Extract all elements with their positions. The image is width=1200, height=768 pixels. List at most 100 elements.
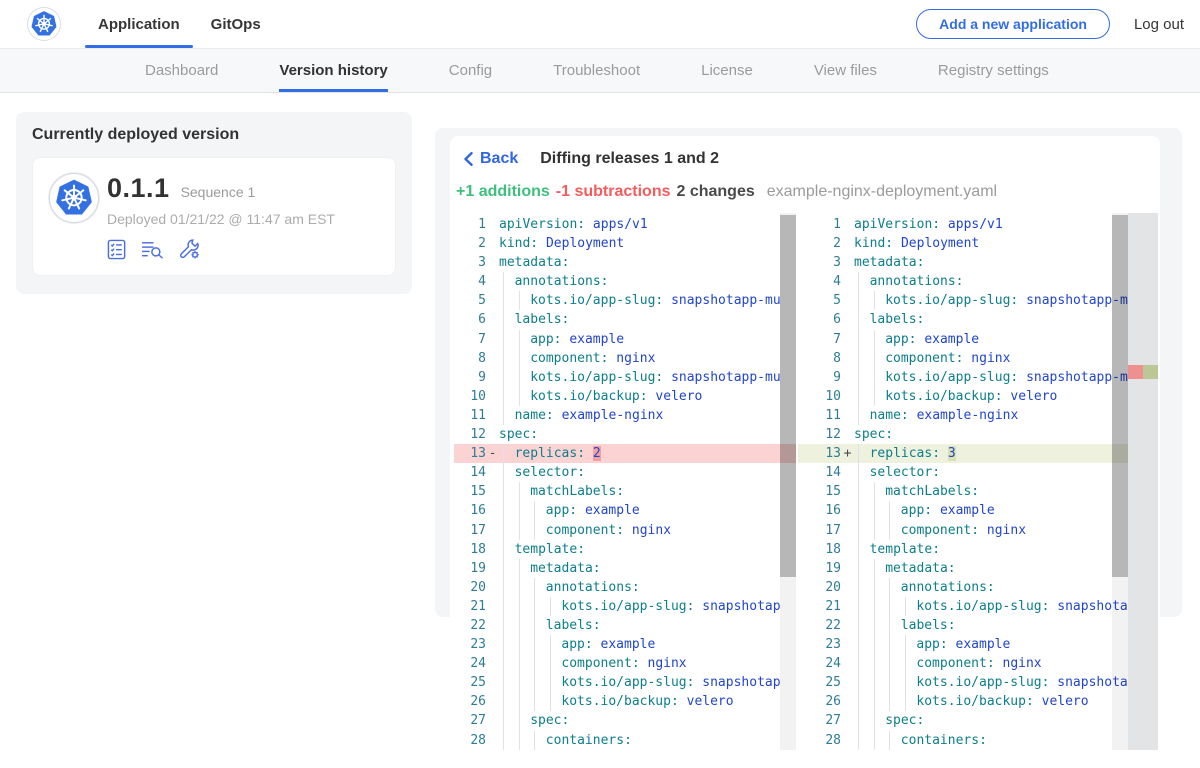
diff-line: 2kind: Deployment <box>798 234 1128 253</box>
kubernetes-logo-icon <box>27 7 61 41</box>
diff-title: Diffing releases 1 and 2 <box>540 150 719 168</box>
version-number: 0.1.1 <box>107 173 170 204</box>
diff-line: 6labels: <box>798 310 1128 329</box>
changes-count: 2 changes <box>676 183 754 201</box>
diff-line: 14selector: <box>454 463 796 482</box>
diff-line: 22labels: <box>454 616 796 635</box>
subnav-item-view-files[interactable]: View files <box>814 49 877 92</box>
diff-line: 8component: nginx <box>798 349 1128 368</box>
diff-line: 15matchLabels: <box>454 482 796 501</box>
scrollbar-track-left[interactable] <box>780 213 796 750</box>
chevron-left-icon <box>464 152 473 166</box>
diff-line: 24component: nginx <box>798 654 1128 673</box>
diff-line: 1apiVersion: apps/v1 <box>798 215 1128 234</box>
diff-line: 8component: nginx <box>454 349 796 368</box>
tab-gitops[interactable]: GitOps <box>198 0 274 48</box>
deployed-version-row: 0.1.1 Sequence 1 Deployed 01/21/22 @ 11:… <box>32 157 396 276</box>
diff-line: 24component: nginx <box>454 654 796 673</box>
diff-line: 26kots.io/backup: velero <box>454 692 796 711</box>
subnav-item-dashboard[interactable]: Dashboard <box>145 49 218 92</box>
release-notes-checklist-icon[interactable] <box>107 239 128 260</box>
subnav-item-config[interactable]: Config <box>449 49 492 92</box>
diff-line: 12spec: <box>798 425 1128 444</box>
additions-count: +1 additions <box>456 183 550 201</box>
diff-line: 27spec: <box>798 711 1128 730</box>
subnav-item-registry-settings[interactable]: Registry settings <box>938 49 1049 92</box>
diff-panel-old: 1apiVersion: apps/v12kind: Deployment3me… <box>454 213 796 750</box>
diff-line: 11name: example-nginx <box>798 406 1128 425</box>
diff-line: 19metadata: <box>454 559 796 578</box>
diff-line: 16app: example <box>798 501 1128 520</box>
diff-panel-new: 1apiVersion: apps/v12kind: Deployment3me… <box>798 213 1128 750</box>
diff-line: 12spec: <box>454 425 796 444</box>
diff-line: 9kots.io/app-slug: snapshotapp-mu <box>798 368 1128 387</box>
diff-line: 4annotations: <box>798 272 1128 291</box>
top-header: Application GitOps Add a new application… <box>0 0 1200 48</box>
diff-line: 14selector: <box>798 463 1128 482</box>
diff-line: 10kots.io/backup: velero <box>798 387 1128 406</box>
diff-line: 17component: nginx <box>454 521 796 540</box>
main-content: Currently deployed version <box>0 93 1200 617</box>
subnav-item-version-history[interactable]: Version history <box>279 49 387 92</box>
diff-line: 25kots.io/app-slug: snapshotap <box>798 673 1128 692</box>
scrollbar-thumb-left[interactable] <box>780 215 796 577</box>
kubernetes-app-icon <box>49 173 99 223</box>
diff-line: 15matchLabels: <box>798 482 1128 501</box>
diff-overview-ruler[interactable] <box>1128 213 1158 750</box>
diff-line: 5kots.io/app-slug: snapshotapp-mu <box>454 291 796 310</box>
diff-line: 11name: example-nginx <box>454 406 796 425</box>
diff-line: 28containers: <box>798 731 1128 750</box>
diff-line: 13-replicas: 2 <box>454 444 796 463</box>
logout-link[interactable]: Log out <box>1134 16 1184 33</box>
diff-line: 27spec: <box>454 711 796 730</box>
diff-line: 2kind: Deployment <box>454 234 796 253</box>
deployed-card-title: Currently deployed version <box>32 126 396 144</box>
diff-line: 18template: <box>798 540 1128 559</box>
diff-line: 10kots.io/backup: velero <box>454 387 796 406</box>
subnav-item-license[interactable]: License <box>701 49 753 92</box>
app-subnav: Dashboard Version history Config Trouble… <box>0 48 1200 93</box>
diff-line: 13+replicas: 3 <box>798 444 1128 463</box>
deployed-timestamp: Deployed 01/21/22 @ 11:47 am EST <box>107 211 335 227</box>
diff-line: 6labels: <box>454 310 796 329</box>
add-new-application-button[interactable]: Add a new application <box>916 9 1110 39</box>
diff-line: 28containers: <box>454 731 796 750</box>
diff-line: 26kots.io/backup: velero <box>798 692 1128 711</box>
diff-line: 21kots.io/app-slug: snapshotap <box>454 597 796 616</box>
diff-filename: example-nginx-deployment.yaml <box>767 183 997 201</box>
diff-line: 16app: example <box>454 501 796 520</box>
diff-line: 7app: example <box>454 330 796 349</box>
deploy-logs-icon[interactable] <box>141 239 165 260</box>
diff-line: 1apiVersion: apps/v1 <box>454 215 796 234</box>
back-link[interactable]: Back <box>464 150 518 168</box>
diff-line: 21kots.io/app-slug: snapshotap <box>798 597 1128 616</box>
currently-deployed-card: Currently deployed version <box>16 112 412 294</box>
overview-added-marker <box>1143 365 1158 379</box>
overview-removed-marker <box>1128 365 1143 379</box>
tab-application[interactable]: Application <box>85 0 193 48</box>
diff-line: 3metadata: <box>798 253 1128 272</box>
diff-line: 23app: example <box>798 635 1128 654</box>
diff-panels: 1apiVersion: apps/v12kind: Deployment3me… <box>454 213 1156 750</box>
diff-line: 18template: <box>454 540 796 559</box>
scrollbar-thumb-right[interactable] <box>1112 215 1128 577</box>
diff-line: 17component: nginx <box>798 521 1128 540</box>
diff-card: Back Diffing releases 1 and 2 +1 additio… <box>435 128 1182 617</box>
subtractions-count: -1 subtractions <box>556 183 671 201</box>
diff-line: 7app: example <box>798 330 1128 349</box>
diff-line: 4annotations: <box>454 272 796 291</box>
edit-config-icon[interactable] <box>178 238 201 260</box>
scrollbar-track-right[interactable] <box>1112 213 1128 750</box>
diff-line: 20annotations: <box>454 578 796 597</box>
diff-line: 3metadata: <box>454 253 796 272</box>
primary-tabs: Application GitOps <box>85 0 279 48</box>
diff-line: 22labels: <box>798 616 1128 635</box>
diff-line: 5kots.io/app-slug: snapshotapp-mu <box>798 291 1128 310</box>
diff-line: 20annotations: <box>798 578 1128 597</box>
diff-line: 23app: example <box>454 635 796 654</box>
sequence-label: Sequence 1 <box>181 184 256 200</box>
diff-line: 25kots.io/app-slug: snapshotap <box>454 673 796 692</box>
diff-line: 19metadata: <box>798 559 1128 578</box>
diff-line: 9kots.io/app-slug: snapshotapp-mu <box>454 368 796 387</box>
subnav-item-troubleshoot[interactable]: Troubleshoot <box>553 49 640 92</box>
